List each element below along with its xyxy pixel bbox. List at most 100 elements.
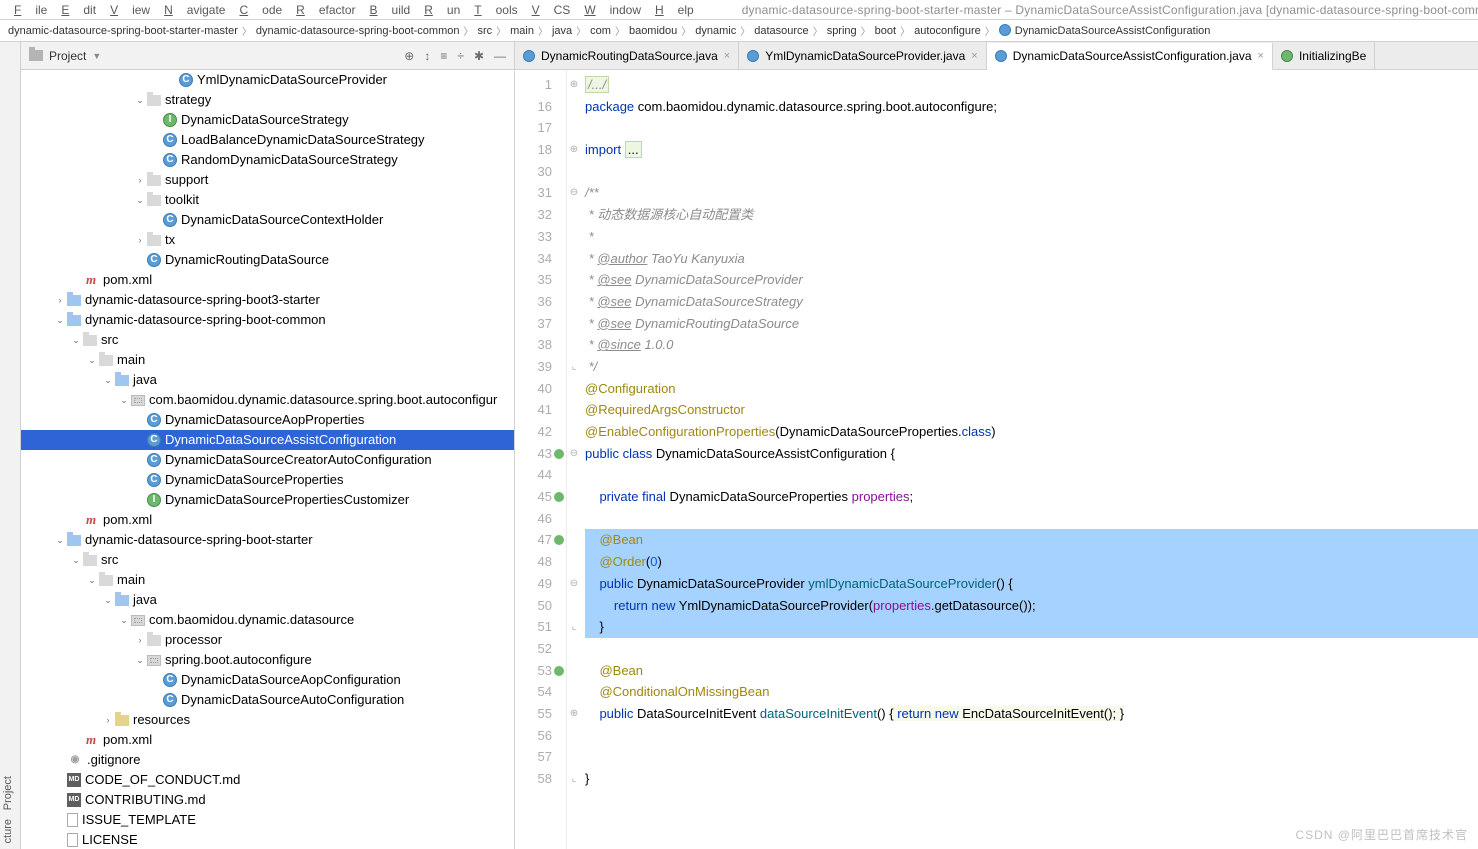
toolbar-icon[interactable]: — <box>494 49 506 63</box>
tree-item[interactable]: m pom.xml <box>21 270 514 290</box>
menu-refactor[interactable]: Refactor <box>296 3 355 17</box>
tree-item[interactable]: m pom.xml <box>21 510 514 530</box>
toolbar-icon[interactable]: ✱ <box>474 49 484 63</box>
cls-icon: C <box>147 253 161 267</box>
folder-icon <box>147 235 161 246</box>
close-icon[interactable]: × <box>1258 50 1264 62</box>
window-title: dynamic-datasource-spring-boot-starter-m… <box>742 3 1478 17</box>
tree-item[interactable]: ⌄ java <box>21 590 514 610</box>
tree-item[interactable]: LICENSE <box>21 830 514 849</box>
menu-code[interactable]: Code <box>239 3 282 17</box>
tree-item[interactable]: ⌄ main <box>21 350 514 370</box>
tree-item[interactable]: C LoadBalanceDynamicDataSourceStrategy <box>21 130 514 150</box>
txt-icon <box>67 833 78 847</box>
tree-item[interactable]: ⌄ toolkit <box>21 190 514 210</box>
tree-item[interactable]: C RandomDynamicDataSourceStrategy <box>21 150 514 170</box>
toolbar-icon[interactable]: ÷ <box>457 49 464 63</box>
tree-item[interactable]: › processor <box>21 630 514 650</box>
close-icon[interactable]: × <box>971 50 977 62</box>
tree-item[interactable]: C DynamicDataSourceContextHolder <box>21 210 514 230</box>
tree-item[interactable]: › resources <box>21 710 514 730</box>
tree-item[interactable]: C DynamicDataSourceAssistConfiguration <box>21 430 514 450</box>
menu-navigate[interactable]: Navigate <box>164 3 225 17</box>
menu-window[interactable]: Window <box>584 3 641 17</box>
tree-item[interactable]: › dynamic-datasource-spring-boot3-starte… <box>21 290 514 310</box>
folder-src-icon <box>115 595 129 606</box>
breadcrumb-item[interactable]: datasource <box>754 25 808 37</box>
tree-item[interactable]: C DynamicDatasourceAopProperties <box>21 410 514 430</box>
menu-run[interactable]: Run <box>424 3 460 17</box>
file-icon <box>995 50 1007 62</box>
tree-item[interactable]: ⌄ main <box>21 570 514 590</box>
tree-item[interactable]: m pom.xml <box>21 730 514 750</box>
tree-item[interactable]: I DynamicDataSourcePropertiesCustomizer <box>21 490 514 510</box>
tree-item[interactable]: ◉ .gitignore <box>21 750 514 770</box>
editor-tab[interactable]: DynamicDataSourceAssistConfiguration.jav… <box>987 43 1273 70</box>
cls-icon: C <box>163 133 177 147</box>
breadcrumb-item[interactable]: main <box>510 25 534 37</box>
code-content[interactable]: /.../package com.baomidou.dynamic.dataso… <box>581 70 1478 849</box>
tree-item[interactable]: ISSUE_TEMPLATE <box>21 810 514 830</box>
tree-item[interactable]: C YmlDynamicDataSourceProvider <box>21 70 514 90</box>
breadcrumb-item[interactable]: dynamic <box>695 25 736 37</box>
tree-item[interactable]: ⌄ src <box>21 330 514 350</box>
menu-file[interactable]: File <box>14 3 47 17</box>
cls-icon: C <box>147 433 161 447</box>
breadcrumb-item[interactable]: DynamicDataSourceAssistConfiguration <box>999 24 1211 37</box>
menu-bar: File Edit View Navigate Code Refactor Build Run… <box>0 0 1478 20</box>
menu-edit[interactable]: Edit <box>61 3 96 17</box>
editor[interactable]: 1161718303132333435363738394041424344454… <box>515 70 1478 849</box>
tool-project[interactable]: Project <box>2 776 18 810</box>
toolbar-icon[interactable]: ↕ <box>424 49 430 63</box>
mvn-icon: m <box>83 732 99 748</box>
editor-tab[interactable]: InitializingBe <box>1273 42 1375 69</box>
tree-item[interactable]: ⌄ dynamic-datasource-spring-boot-starter <box>21 530 514 550</box>
tree-item[interactable]: ⌄ spring.boot.autoconfigure <box>21 650 514 670</box>
tree-item[interactable]: ⌄ src <box>21 550 514 570</box>
project-toolbar-title[interactable]: Project▼ <box>29 49 101 63</box>
breadcrumb-item[interactable]: dynamic-datasource-spring-boot-common <box>256 25 460 37</box>
tree-item[interactable]: ⌄ strategy <box>21 90 514 110</box>
breadcrumb-item[interactable]: java <box>552 25 572 37</box>
breadcrumb-item[interactable]: src <box>477 25 492 37</box>
editor-area: DynamicRoutingDataSource.java×YmlDynamic… <box>515 42 1478 849</box>
folder-icon <box>99 575 113 586</box>
editor-tabs: DynamicRoutingDataSource.java×YmlDynamic… <box>515 42 1478 70</box>
breadcrumb-item[interactable]: baomidou <box>629 25 677 37</box>
breadcrumb-item[interactable]: spring <box>827 25 857 37</box>
folder-src-icon <box>67 295 81 306</box>
menu-help[interactable]: Help <box>655 3 694 17</box>
tree-item[interactable]: MD CODE_OF_CONDUCT.md <box>21 770 514 790</box>
tree-item[interactable]: C DynamicDataSourceCreatorAutoConfigurat… <box>21 450 514 470</box>
breadcrumb-item[interactable]: com <box>590 25 611 37</box>
menu-view[interactable]: View <box>110 3 150 17</box>
tree-item[interactable]: I DynamicDataSourceStrategy <box>21 110 514 130</box>
editor-tab[interactable]: DynamicRoutingDataSource.java× <box>515 42 739 69</box>
tree-item[interactable]: ⌄ com.baomidou.dynamic.datasource <box>21 610 514 630</box>
mvn-icon: m <box>83 272 99 288</box>
tree-item[interactable]: C DynamicDataSourceAopConfiguration <box>21 670 514 690</box>
tree-item[interactable]: C DynamicDataSourceAutoConfiguration <box>21 690 514 710</box>
tree-item[interactable]: MD CONTRIBUTING.md <box>21 790 514 810</box>
breadcrumb-item[interactable]: dynamic-datasource-spring-boot-starter-m… <box>8 25 238 37</box>
menu-build[interactable]: Build <box>370 3 411 17</box>
toolbar-icon[interactable]: ≡ <box>440 49 447 63</box>
toolbar-icon[interactable]: ⊕ <box>404 49 414 63</box>
project-tree[interactable]: C YmlDynamicDataSourceProvider⌄ strategy… <box>21 70 514 849</box>
tool-structure[interactable]: cture <box>2 819 18 843</box>
tree-item[interactable]: › tx <box>21 230 514 250</box>
fold-column[interactable]: ⊕⊕⊖⌞⊖⊖⌞⊕⌞ <box>567 70 581 849</box>
folder-icon <box>147 195 161 206</box>
menu-vcs[interactable]: VCS <box>532 3 571 17</box>
menu-tools[interactable]: Tools <box>474 3 517 17</box>
tree-item[interactable]: ⌄ dynamic-datasource-spring-boot-common <box>21 310 514 330</box>
tree-item[interactable]: C DynamicRoutingDataSource <box>21 250 514 270</box>
tree-item[interactable]: C DynamicDataSourceProperties <box>21 470 514 490</box>
close-icon[interactable]: × <box>724 50 730 62</box>
tree-item[interactable]: › support <box>21 170 514 190</box>
breadcrumb-item[interactable]: boot <box>875 25 896 37</box>
editor-tab[interactable]: YmlDynamicDataSourceProvider.java× <box>739 42 987 69</box>
breadcrumb-item[interactable]: autoconfigure <box>914 25 981 37</box>
tree-item[interactable]: ⌄ com.baomidou.dynamic.datasource.spring… <box>21 390 514 410</box>
tree-item[interactable]: ⌄ java <box>21 370 514 390</box>
